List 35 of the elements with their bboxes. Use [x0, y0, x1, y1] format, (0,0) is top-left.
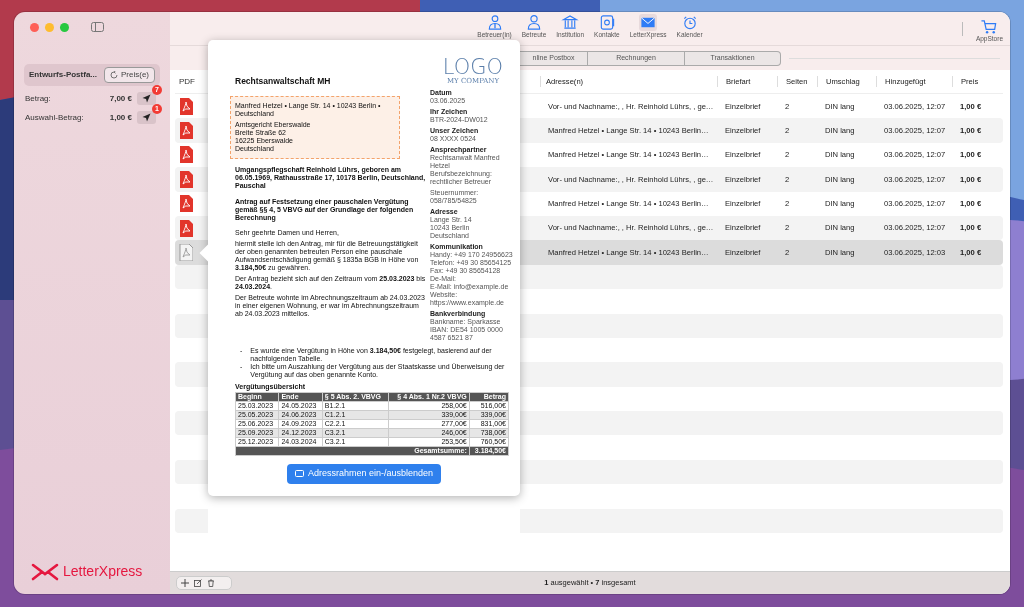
amount-value: 7,00 € [109, 92, 132, 105]
brand-logo-icon [31, 562, 59, 581]
pdf-file-icon [179, 122, 193, 140]
refresh-icon [110, 71, 118, 79]
pdf-cell[interactable] [175, 167, 208, 192]
amount-value: 1,00 € [109, 111, 132, 124]
building-icon [561, 14, 580, 31]
send-button[interactable] [137, 92, 156, 105]
cart-icon [980, 17, 999, 35]
close-button[interactable] [30, 22, 39, 32]
sidebar-toggle-icon[interactable] [91, 22, 104, 32]
pdf-file-icon [179, 219, 193, 237]
pdf-file-icon [179, 170, 193, 188]
mailbox-label: Entwurfs-Postfa... [29, 69, 97, 81]
add-icon[interactable] [181, 579, 189, 587]
paper-plane-icon [142, 113, 151, 122]
pdf-file-icon [179, 97, 193, 115]
pdf-file-icon [179, 244, 193, 262]
brand-name: LetterXpress [63, 562, 143, 581]
pdf-file-icon [179, 146, 193, 164]
pdf-cell[interactable] [175, 118, 208, 143]
price-button[interactable]: Preis(e) [104, 67, 155, 83]
pdf-cell[interactable] [175, 215, 208, 241]
edit-icon[interactable] [194, 579, 202, 587]
amount-label: Betrag: [25, 92, 51, 105]
firm-name: Rechtsanwaltschaft MH [234, 76, 332, 86]
paper-plane-icon [142, 94, 151, 103]
amount-label: Auswahl-Betrag: [25, 111, 84, 124]
trash-icon[interactable] [207, 579, 215, 587]
column-header: PDF [179, 75, 195, 88]
address-frame-toggle-button[interactable]: Adressrahmen ein-/ausblenden [286, 464, 442, 484]
pdf-file-icon [179, 195, 193, 213]
send-button[interactable] [137, 111, 156, 124]
pdf-cell[interactable] [175, 240, 208, 265]
frame-icon [294, 470, 304, 478]
